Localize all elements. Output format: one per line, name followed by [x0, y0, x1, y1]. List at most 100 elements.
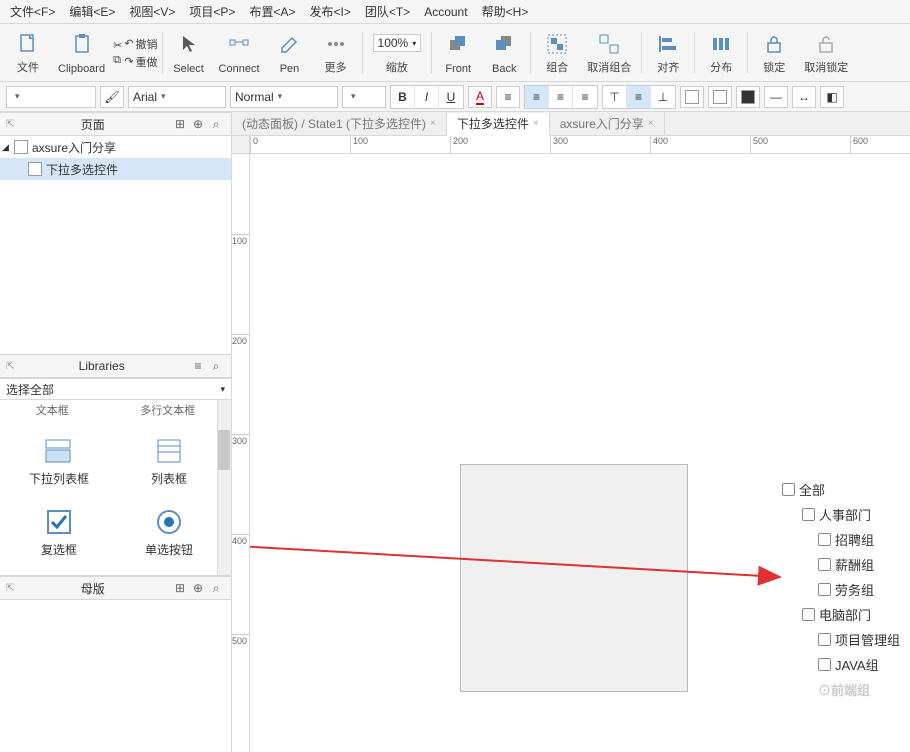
add-page-icon[interactable]: ⊕: [189, 117, 207, 131]
tool-connect[interactable]: Connect: [213, 28, 266, 77]
tool-select[interactable]: Select: [167, 28, 211, 77]
search-icon[interactable]: ⌕: [207, 117, 225, 132]
tool-clipboard[interactable]: Clipboard: [52, 28, 111, 77]
checkbox-tree: 全部 人事部门 招聘组 薪酬组 劳务组 电脑部门 项目管理组 JAVA组 ⊙前端…: [782, 480, 900, 705]
checkbox-pm[interactable]: [818, 633, 831, 646]
tool-distribute[interactable]: 分布: [699, 28, 743, 77]
tool-front[interactable]: Front: [436, 28, 480, 77]
pin-icon[interactable]: ⇱: [6, 361, 14, 372]
clipboard-icon: [68, 30, 96, 58]
valign-bot[interactable]: ⊥: [651, 86, 675, 108]
align-icon: [654, 30, 682, 58]
tool-redo[interactable]: ↷重做: [124, 54, 157, 70]
libraries-title: Libraries: [14, 359, 189, 373]
tool-align[interactable]: 对齐: [646, 28, 690, 77]
tab-dropdown-widget[interactable]: 下拉多选控件×: [447, 113, 550, 136]
italic-button[interactable]: I: [415, 86, 439, 108]
font-size[interactable]: [342, 86, 386, 108]
font-select[interactable]: Arial: [128, 86, 226, 108]
masters-panel-header: ⇱ 母版 ⊞ ⊕ ⌕: [0, 576, 231, 600]
lib-scrollbar[interactable]: [217, 400, 231, 575]
menu-project[interactable]: 项目<P>: [189, 3, 235, 20]
close-icon[interactable]: ×: [648, 118, 654, 129]
style-preset[interactable]: [6, 86, 96, 108]
text-color[interactable]: A: [468, 86, 492, 108]
border-btn[interactable]: [708, 86, 732, 108]
lib-radio[interactable]: 单选按钮: [114, 497, 224, 568]
tool-pen[interactable]: Pen: [268, 28, 312, 77]
underline-button[interactable]: U: [439, 86, 463, 108]
bold-button[interactable]: B: [391, 86, 415, 108]
menu-file[interactable]: 文件<F>: [10, 3, 55, 20]
tool-lock[interactable]: 锁定: [752, 28, 796, 77]
shadow-btn[interactable]: ◧: [820, 86, 844, 108]
close-icon[interactable]: ×: [430, 118, 436, 129]
checkbox-salary[interactable]: [818, 558, 831, 571]
search-icon[interactable]: ⌕: [207, 581, 225, 596]
listbox-icon: [154, 436, 184, 466]
lib-checkbox[interactable]: 复选框: [4, 497, 114, 568]
valign-top[interactable]: ⊤: [603, 86, 627, 108]
pin-icon[interactable]: ⇱: [6, 583, 14, 594]
checkbox-labor[interactable]: [818, 583, 831, 596]
align-center[interactable]: ≡: [549, 86, 573, 108]
line-style[interactable]: —: [764, 86, 788, 108]
distribute-icon: [707, 30, 735, 58]
add-folder-icon[interactable]: ⊞: [171, 581, 189, 595]
copy-icon: ⧉: [113, 54, 121, 67]
checkbox-it[interactable]: [802, 608, 815, 621]
menu-account[interactable]: Account: [424, 5, 467, 19]
valign-mid[interactable]: ≡: [627, 86, 651, 108]
search-icon[interactable]: ⌕: [207, 359, 225, 374]
add-folder-icon[interactable]: ⊞: [171, 117, 189, 131]
canvas-area: (动态面板) / State1 (下拉多选控件)× 下拉多选控件× axsure…: [232, 112, 910, 752]
checkbox-all[interactable]: [782, 483, 795, 496]
arrow-style[interactable]: ↔: [792, 86, 816, 108]
align-left[interactable]: ≡: [525, 86, 549, 108]
menu-team[interactable]: 团队<T>: [365, 3, 410, 20]
tree-child[interactable]: 下拉多选控件: [0, 158, 231, 180]
design-canvas[interactable]: 全部 人事部门 招聘组 薪酬组 劳务组 电脑部门 项目管理组 JAVA组 ⊙前端…: [250, 154, 910, 752]
close-icon[interactable]: ×: [533, 118, 539, 129]
collapse-icon[interactable]: ◢: [2, 142, 14, 153]
lib-listbox[interactable]: 列表框: [114, 426, 224, 497]
add-master-icon[interactable]: ⊕: [189, 581, 207, 595]
tool-file[interactable]: 文件: [6, 28, 50, 77]
tool-undo[interactable]: ↶撤销: [124, 36, 157, 52]
tree-root[interactable]: ◢ axsure入门分享: [0, 136, 231, 158]
tool-more[interactable]: 更多: [314, 28, 358, 77]
bullet-list[interactable]: ≡: [496, 86, 520, 108]
tab-axsure-intro[interactable]: axsure入门分享×: [550, 112, 665, 135]
align-right[interactable]: ≡: [573, 86, 597, 108]
library-selector[interactable]: 选择全部: [0, 378, 231, 400]
masters-title: 母版: [14, 580, 171, 597]
tool-ungroup[interactable]: 取消组合: [581, 28, 637, 77]
lib-menu-icon[interactable]: ≡: [189, 359, 207, 373]
fill-color[interactable]: [680, 86, 704, 108]
tool-copy[interactable]: ⧉: [113, 54, 122, 67]
pin-icon[interactable]: ⇱: [6, 119, 14, 130]
tool-back[interactable]: Back: [482, 28, 526, 77]
lib-dropdown-list[interactable]: 下拉列表框: [4, 426, 114, 497]
dropdown-icon: [44, 436, 74, 466]
tab-state1[interactable]: (动态面板) / State1 (下拉多选控件)×: [232, 112, 447, 135]
tool-group[interactable]: 组合: [535, 28, 579, 77]
checkbox-hr[interactable]: [802, 508, 815, 521]
checkbox-recruit[interactable]: [818, 533, 831, 546]
lock-icon: [760, 30, 788, 58]
paint-format[interactable]: 🖌: [100, 86, 124, 108]
group-icon: [543, 30, 571, 58]
font-style-select[interactable]: Normal: [230, 86, 338, 108]
menu-help[interactable]: 帮助<H>: [482, 3, 529, 20]
tool-zoom[interactable]: 100%▾ 缩放: [367, 28, 428, 77]
tool-unlock[interactable]: 取消锁定: [798, 28, 854, 77]
border-color[interactable]: [736, 86, 760, 108]
menu-publish[interactable]: 发布<I>: [309, 3, 350, 20]
menu-edit[interactable]: 编辑<E>: [69, 3, 115, 20]
rectangle-shape[interactable]: [460, 464, 688, 692]
tool-cut[interactable]: ✂: [113, 39, 122, 52]
menu-view[interactable]: 视图<V>: [129, 3, 175, 20]
checkbox-java[interactable]: [818, 658, 831, 671]
menu-arrange[interactable]: 布置<A>: [249, 3, 295, 20]
zoom-input[interactable]: 100%▾: [373, 34, 422, 52]
